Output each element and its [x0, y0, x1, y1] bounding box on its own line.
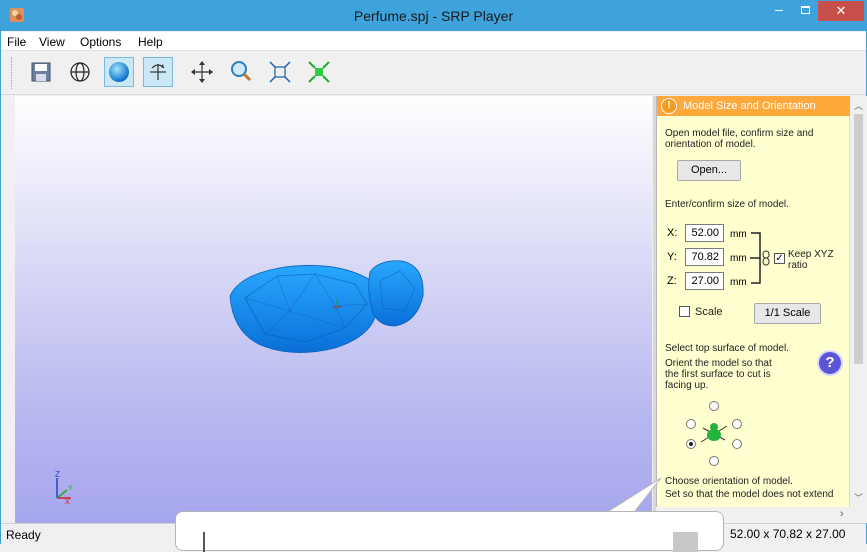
y-size-input[interactable]: 70.82	[685, 248, 724, 266]
panel-header: ! Model Size and Orientation	[657, 96, 850, 116]
info-icon: !	[661, 98, 677, 114]
z-label: Z:	[667, 275, 677, 287]
center-button[interactable]	[304, 57, 334, 87]
svg-text:Y: Y	[68, 485, 73, 492]
orient-radio-upper-right[interactable]	[732, 419, 742, 429]
ratio-link-bracket	[750, 232, 761, 284]
fit-icon	[269, 61, 291, 83]
svg-text:X: X	[65, 499, 70, 506]
menu-help[interactable]: Help	[138, 35, 163, 49]
save-icon	[31, 62, 51, 82]
one-to-one-scale-button[interactable]: 1/1 Scale	[754, 303, 821, 324]
maximize-icon	[801, 6, 810, 14]
perfume-model[interactable]	[15, 96, 652, 523]
orientation-model-icon	[700, 423, 728, 443]
orient-radio-bottom[interactable]	[709, 456, 719, 466]
z-size-input[interactable]: 27.00	[685, 272, 724, 290]
zoom-icon	[231, 61, 252, 82]
status-text: Ready	[6, 528, 41, 542]
close-button[interactable]: ✕	[818, 1, 864, 21]
orient-radio-lower-right[interactable]	[732, 439, 742, 449]
x-size-input[interactable]: 52.00	[685, 224, 724, 242]
rotate-icon	[150, 64, 166, 80]
minimize-button[interactable]: –	[766, 1, 792, 21]
keep-ratio-label: Keep XYZ ratio	[788, 249, 834, 271]
pan-button[interactable]	[187, 57, 217, 87]
svg-text:Z: Z	[55, 470, 60, 479]
tooltip-text-cursor	[203, 532, 205, 552]
z-unit: mm	[730, 277, 747, 288]
axis-triad-icon: Z Y X	[55, 470, 73, 506]
menu-options[interactable]: Options	[80, 35, 121, 49]
save-button[interactable]	[26, 57, 56, 87]
rotate-button[interactable]	[143, 57, 173, 87]
help-tooltip-balloon	[175, 511, 724, 552]
menu-bar: File View Options Help	[1, 32, 866, 51]
menu-view[interactable]: View	[39, 35, 65, 49]
y-unit: mm	[730, 253, 747, 264]
scale-checkbox[interactable]	[679, 306, 690, 317]
open-instruction: Open model file, confirm size and orient…	[665, 128, 814, 150]
help-icon: ?	[825, 354, 835, 371]
wizard-content: ! Model Size and Orientation Open model …	[656, 96, 850, 507]
scroll-right-icon[interactable]: ›	[840, 508, 844, 520]
menu-file[interactable]: File	[7, 35, 26, 49]
top-surface-title: Select top surface of model.	[665, 343, 789, 354]
y-label: Y:	[667, 251, 677, 263]
scroll-down-icon[interactable]: ﹀	[854, 491, 863, 504]
window-title: Perfume.spj - SRP Player	[353, 8, 514, 24]
orient-radio-upper-left[interactable]	[686, 419, 696, 429]
panel-title: Model Size and Orientation	[683, 100, 816, 112]
orient-radio-lower-left[interactable]	[686, 439, 696, 449]
x-unit: mm	[730, 229, 747, 240]
globe-icon	[70, 62, 90, 82]
wizard-panel: ! Model Size and Orientation Open model …	[653, 96, 867, 523]
top-surface-instruction: Orient the model so that the first surfa…	[665, 358, 772, 391]
scroll-up-icon[interactable]: ︿	[854, 99, 863, 112]
3d-viewport[interactable]: Z Y X	[15, 96, 652, 523]
orientation-text-1: Choose orientation of model.	[665, 476, 793, 487]
maximize-button[interactable]	[792, 1, 818, 21]
open-button[interactable]: Open...	[677, 160, 741, 181]
size-instruction: Enter/confirm size of model.	[665, 199, 789, 210]
zoom-button[interactable]	[226, 57, 256, 87]
sphere-icon	[109, 62, 129, 82]
orient-radio-top[interactable]	[709, 401, 719, 411]
toolbar	[1, 51, 866, 95]
toolbar-grip[interactable]	[11, 57, 15, 89]
shaded-button[interactable]	[104, 57, 134, 87]
app-window: Perfume.spj - SRP Player – ✕ File View O…	[0, 0, 867, 552]
keep-ratio-checkbox[interactable]: ✓	[774, 253, 785, 264]
scroll-thumb[interactable]	[854, 114, 863, 364]
panel-vertical-scrollbar[interactable]: ︿ ﹀	[850, 96, 867, 507]
title-bar[interactable]: Perfume.spj - SRP Player – ✕	[1, 1, 866, 31]
fit-button[interactable]	[265, 57, 295, 87]
pan-icon	[191, 61, 213, 83]
wireframe-button[interactable]	[65, 57, 95, 87]
tooltip-scroll-area	[673, 532, 698, 552]
orientation-text-2: Set so that the model does not extend	[665, 489, 834, 500]
scale-label: Scale	[695, 306, 723, 318]
x-label: X:	[667, 227, 678, 239]
tooltip-tail	[600, 477, 662, 516]
status-dimensions: 52.00 x 70.82 x 27.00	[730, 527, 846, 541]
help-button[interactable]: ?	[817, 350, 843, 376]
chain-link-icon	[762, 250, 770, 266]
center-icon	[308, 61, 330, 83]
